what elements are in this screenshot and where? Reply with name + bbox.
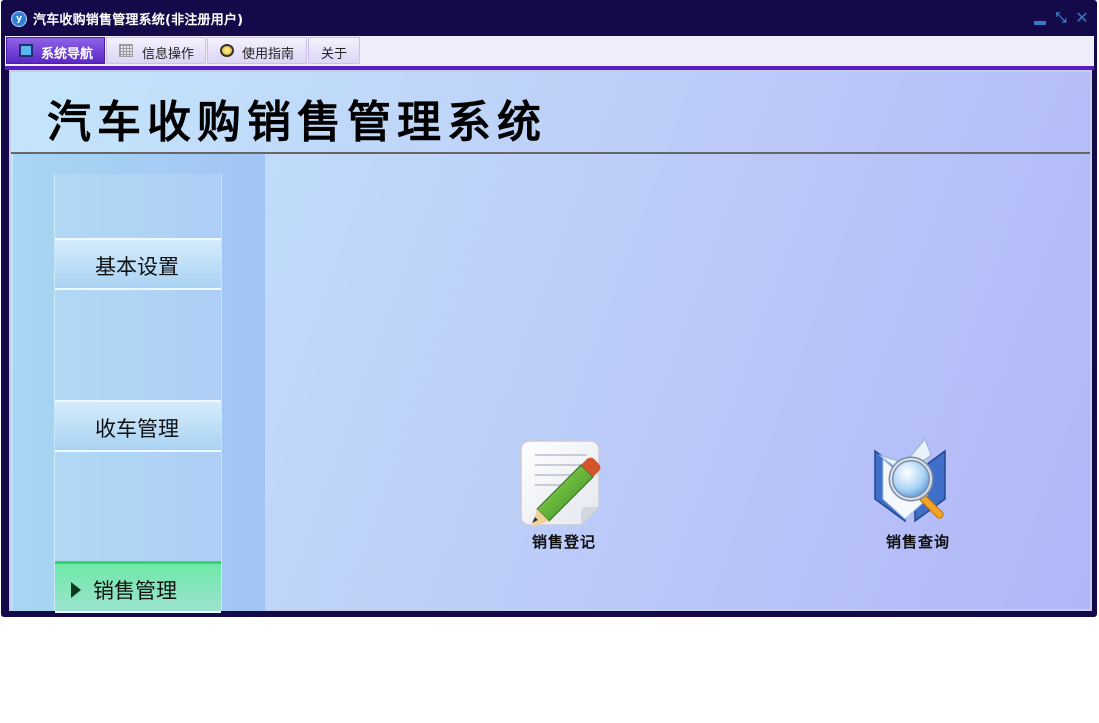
- window-title: 汽车收购销售管理系统(非注册用户): [33, 13, 244, 28]
- app-window: y 汽车收购销售管理系统(非注册用户) ⤡ ✕ 系统导航 信息操作 使用指南 关…: [1, 0, 1097, 617]
- close-button[interactable]: ✕: [1073, 9, 1091, 27]
- tab-info-operation[interactable]: 信息操作: [106, 37, 206, 64]
- grid-icon: [119, 44, 133, 57]
- tab-about[interactable]: 关于: [308, 37, 360, 64]
- sidebar: 基本设置 收车管理 销售管理: [13, 154, 265, 613]
- main-content: 汽车收购销售管理系统 基本设置 收车管理 销售管理 销售登记 销售查询: [9, 70, 1092, 613]
- minimize-button[interactable]: [1031, 9, 1049, 27]
- sidebar-item-car-purchase[interactable]: 收车管理: [55, 400, 221, 452]
- sidebar-item-label: 销售管理: [93, 579, 177, 603]
- restore-button[interactable]: ⤡: [1052, 9, 1070, 27]
- sidebar-item-sales-management[interactable]: 销售管理: [55, 561, 221, 613]
- sidebar-item-label: 收车管理: [95, 417, 179, 441]
- sidebar-item-label: 基本设置: [95, 255, 179, 279]
- tab-user-guide[interactable]: 使用指南: [207, 37, 307, 64]
- title-bar[interactable]: y 汽车收购销售管理系统(非注册用户) ⤡ ✕: [1, 0, 1097, 36]
- play-arrow-icon: [71, 582, 81, 598]
- monitor-icon: [19, 44, 33, 57]
- menu-bar: 系统导航 信息操作 使用指南 关于: [5, 36, 1094, 66]
- tab-label: 关于: [321, 47, 348, 62]
- app-logo-icon: y: [11, 11, 27, 27]
- page-title: 汽车收购销售管理系统: [47, 97, 547, 148]
- compass-icon: [220, 44, 234, 57]
- tab-label: 信息操作: [142, 47, 195, 62]
- sales-query-button[interactable]: 销售查询: [863, 437, 973, 557]
- pencil-notepad-icon: [520, 440, 601, 527]
- function-label: 销售登记: [531, 533, 596, 551]
- tab-label: 使用指南: [242, 47, 295, 62]
- minimize-icon: [1034, 21, 1046, 25]
- sales-register-button[interactable]: 销售登记: [509, 437, 619, 557]
- tab-label: 系统导航: [41, 47, 94, 62]
- tab-system-navigation[interactable]: 系统导航: [6, 37, 105, 64]
- magnifier-book-icon: [874, 438, 946, 523]
- sidebar-item-basic-settings[interactable]: 基本设置: [55, 238, 221, 290]
- function-label: 销售查询: [885, 533, 950, 551]
